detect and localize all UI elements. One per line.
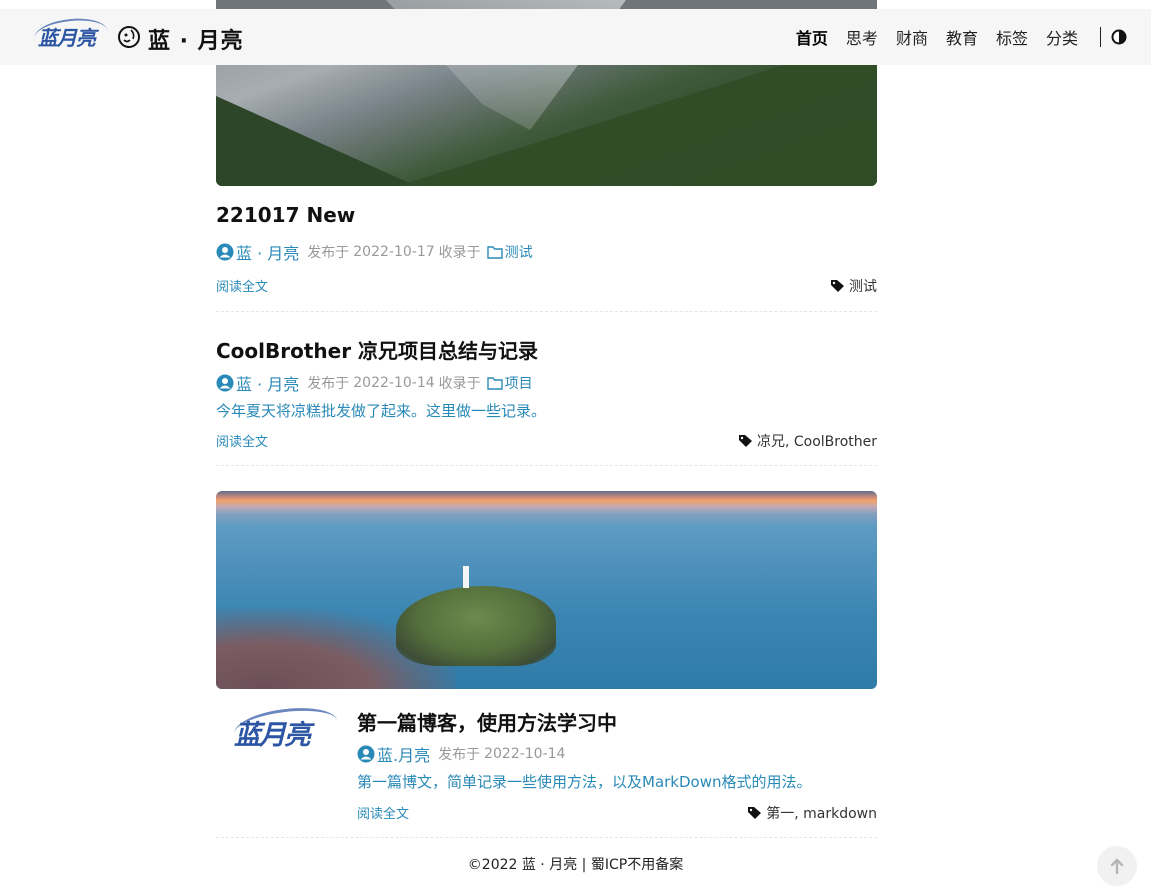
nav-item-home[interactable]: 首页 (796, 25, 828, 49)
read-more-link[interactable]: 阅读全文 (216, 276, 268, 295)
nav-item-finance[interactable]: 财商 (896, 25, 928, 49)
cover-ridge-left (216, 96, 416, 186)
post-tags: 凉兄, CoolBrother (738, 431, 877, 451)
site-header: 蓝月亮 蓝 · 月亮 首页 思考 财商 教育 标签 分类 (0, 9, 1151, 65)
published-label: 发布于 (307, 376, 350, 392)
user-circle-icon (216, 374, 234, 392)
site-title[interactable]: 蓝 · 月亮 (148, 23, 244, 55)
nav-item-education[interactable]: 教育 (946, 25, 978, 49)
post-item: CoolBrother 凉兄项目总结与记录 蓝 · 月亮 发布于 2022-10… (216, 311, 877, 466)
post-meta: 蓝.月亮 发布于 2022-10-14 (357, 742, 569, 766)
face-icon (118, 26, 140, 48)
published-label: 发布于 (438, 747, 481, 763)
post-thumbnail[interactable]: 蓝月亮 (232, 702, 344, 759)
category-label: 收录于 (438, 376, 481, 392)
nav-item-thinking[interactable]: 思考 (846, 25, 878, 49)
author-name[interactable]: 蓝.月亮 (377, 742, 430, 766)
post-item: 蓝月亮 第一篇博客，使用方法学习中 蓝.月亮 发布于 2022-10-14 第一… (216, 689, 877, 838)
post-title[interactable]: CoolBrother 凉兄项目总结与记录 (216, 335, 538, 364)
post-title[interactable]: 第一篇博客，使用方法学习中 (357, 707, 617, 736)
cover-island (396, 586, 556, 666)
post-meta: 蓝 · 月亮 发布于 2022-10-14 收录于 项目 (216, 371, 533, 395)
post-cover-image[interactable] (216, 491, 877, 689)
cover-lighthouse (463, 566, 469, 588)
post-summary: 第一篇博文，简单记录一些使用方法，以及MarkDown格式的用法。 (357, 773, 812, 791)
post-summary: 今年夏天将凉糕批发做了起来。这里做一些记录。 (216, 402, 547, 420)
post-tags: 测试 (830, 276, 877, 296)
arrow-up-icon (1110, 858, 1124, 874)
nav-divider (1100, 27, 1101, 47)
tags-icon (748, 807, 762, 819)
author-name[interactable]: 蓝 · 月亮 (236, 371, 299, 395)
nav-item-tags[interactable]: 标签 (996, 25, 1028, 49)
category-label: 收录于 (438, 245, 481, 261)
post-date: 2022-10-14 (484, 746, 566, 762)
nav-item-categories[interactable]: 分类 (1046, 25, 1078, 49)
tags-icon (831, 280, 844, 292)
tag-link[interactable]: 第一, markdown (766, 803, 877, 823)
main-nav: 首页 思考 财商 教育 标签 分类 (796, 9, 1151, 65)
post-meta: 蓝 · 月亮 发布于 2022-10-17 收录于 测试 (216, 240, 533, 264)
footer-separator: | (581, 857, 587, 873)
post-date: 2022-10-14 (353, 375, 435, 391)
author-name[interactable]: 蓝 · 月亮 (236, 240, 299, 264)
category-link[interactable]: 测试 (505, 242, 533, 262)
thumb-logo-text: 蓝月亮 (234, 720, 311, 751)
user-circle-icon (357, 745, 375, 763)
category-link[interactable]: 项目 (505, 373, 533, 393)
read-more-link[interactable]: 阅读全文 (216, 431, 268, 450)
half-circle-icon[interactable] (1111, 29, 1127, 45)
tag-link[interactable]: 凉兄, CoolBrother (757, 431, 877, 451)
tags-icon (738, 435, 752, 447)
site-footer: ©2022 蓝 · 月亮 | 蜀ICP不用备案 (0, 854, 1151, 874)
post-title[interactable]: 221017 New (216, 203, 355, 227)
copyright-text: ©2022 蓝 · 月亮 (467, 857, 578, 873)
post-date: 2022-10-17 (353, 244, 435, 260)
folder-icon (486, 246, 503, 259)
tag-link[interactable]: 测试 (849, 276, 877, 296)
user-circle-icon (216, 243, 234, 261)
icp-link[interactable]: 蜀ICP不用备案 (591, 857, 683, 873)
site-logo[interactable]: 蓝月亮 (38, 22, 96, 51)
published-label: 发布于 (307, 245, 350, 261)
folder-icon (486, 377, 503, 390)
read-more-link[interactable]: 阅读全文 (357, 803, 409, 822)
post-tags: 第一, markdown (747, 803, 877, 823)
post-item: 221017 New 蓝 · 月亮 发布于 2022-10-17 收录于 测试 … (216, 186, 877, 312)
back-to-top-button[interactable] (1097, 846, 1137, 886)
